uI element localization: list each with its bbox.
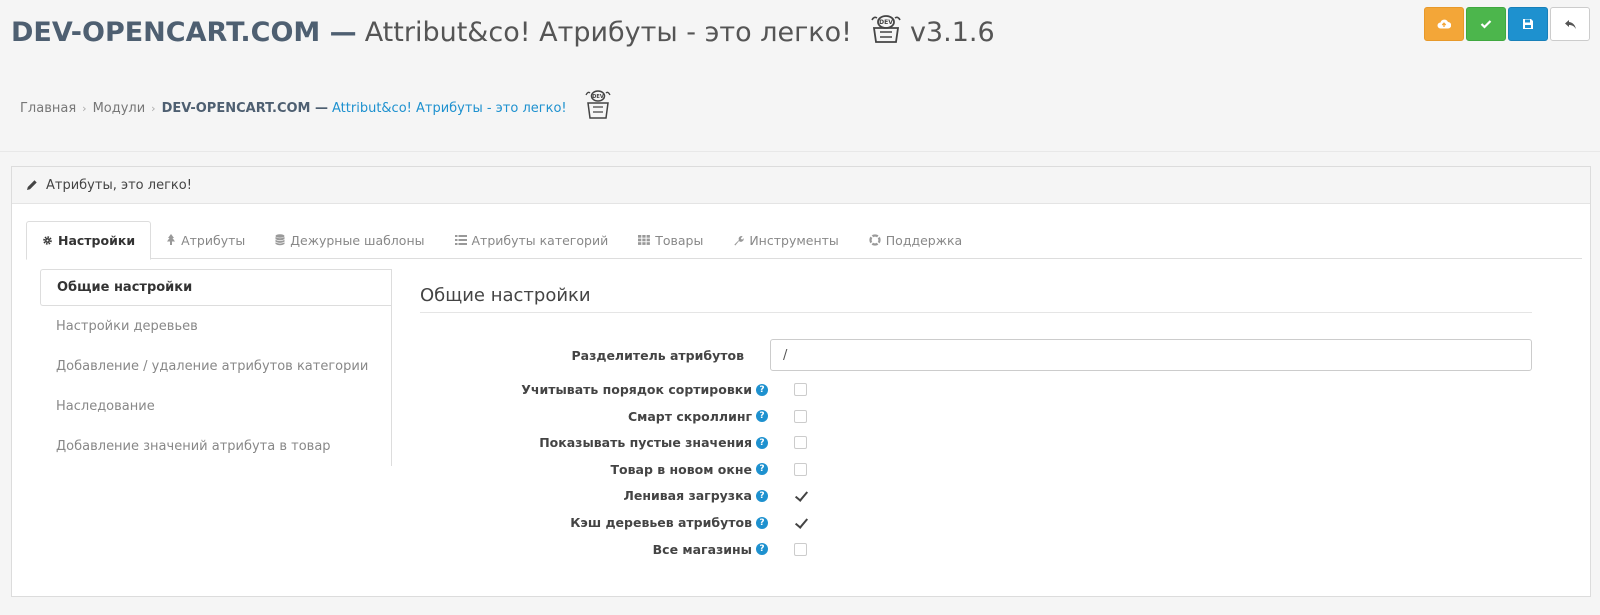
grid-icon (638, 235, 651, 245)
page-title: DEV-OPENCART.COM — Attribut&co! Атрибуты… (11, 12, 995, 53)
tab-bar: Настройки Атрибуты Дежурные шаблоны Атри… (26, 221, 1582, 260)
pencil-icon (27, 180, 37, 190)
lifebuoy-icon (869, 234, 881, 246)
help-icon[interactable]: ? (756, 543, 768, 556)
back-button[interactable] (1550, 7, 1590, 41)
reply-icon (1564, 19, 1576, 29)
lazy-load-checkbox[interactable] (794, 489, 807, 503)
sidenav-item-inheritance[interactable]: Наследование (40, 386, 391, 426)
breadcrumb-current[interactable]: Attribut&co! Атрибуты - это легко! (332, 101, 567, 116)
database-icon (275, 234, 285, 246)
breadcrumb-separator: › (151, 101, 156, 115)
separator-input[interactable]: / (770, 339, 1532, 371)
sidenav-item-category-attrs[interactable]: Добавление / удаление атрибутов категори… (40, 346, 391, 386)
gear-icon (43, 236, 52, 245)
tab-tools[interactable]: Инструменты (718, 221, 853, 259)
save-button[interactable] (1508, 7, 1548, 41)
all-stores-checkbox[interactable] (794, 542, 807, 556)
brand-title: DEV-OPENCART.COM — (11, 17, 357, 48)
page-header: DEV-OPENCART.COM — Attribut&co! Атрибуты… (0, 0, 1600, 152)
help-icon[interactable]: ? (756, 436, 768, 449)
sidenav-item-general[interactable]: Общие настройки (40, 269, 391, 306)
tab-support[interactable]: Поддержка (854, 221, 977, 259)
breadcrumb-modules[interactable]: Модули (93, 101, 146, 116)
setting-row-smart-scroll: Смарт скроллинг? (420, 409, 1532, 424)
sidenav-item-product-values[interactable]: Добавление значений атрибута в товар (40, 426, 391, 466)
tab-templates[interactable]: Дежурные шаблоны (260, 221, 439, 259)
help-icon[interactable]: ? (756, 489, 768, 502)
setting-row-tree-cache: Кэш деревьев атрибутов? (420, 515, 1532, 530)
new-window-checkbox[interactable] (794, 462, 807, 476)
setting-label: Ленивая загрузка? (420, 488, 768, 503)
help-icon[interactable]: ? (756, 463, 768, 476)
version-label: v3.1.6 (909, 17, 995, 48)
apply-button[interactable] (1466, 7, 1506, 41)
cloud-upload-icon (1437, 19, 1451, 29)
separator-row: Разделитель атрибутов / (420, 339, 1532, 371)
panel-title: Атрибуты, это легко! (46, 177, 192, 193)
dev-logo-icon: DEV (583, 88, 613, 128)
wrench-icon (734, 235, 744, 246)
separator-label: Разделитель атрибутов (571, 347, 745, 363)
setting-label: Смарт скроллинг? (420, 409, 768, 424)
tree-cache-checkbox[interactable] (794, 516, 807, 529)
tab-settings[interactable]: Настройки (26, 221, 152, 260)
tab-category-attributes[interactable]: Атрибуты категорий (440, 221, 624, 259)
main-panel: Атрибуты, это легко! Настройки Атрибуты … (11, 166, 1591, 597)
panel-heading: Атрибуты, это легко! (12, 167, 1590, 204)
setting-row-all-stores: Все магазины? (420, 542, 1532, 557)
setting-label: Кэш деревьев атрибутов? (420, 515, 768, 530)
smart-scroll-checkbox[interactable] (794, 409, 807, 423)
upload-button[interactable] (1424, 7, 1464, 41)
settings-sidenav: Общие настройки Настройки деревьев Добав… (40, 269, 392, 466)
show-empty-checkbox[interactable] (794, 436, 807, 450)
setting-row-show-empty: Показывать пустые значения? (420, 435, 1532, 450)
setting-label: Все магазины? (420, 542, 768, 557)
breadcrumb: Главная › Модули › DEV-OPENCART.COM — At… (20, 88, 613, 128)
setting-label: Показывать пустые значения? (420, 435, 768, 450)
module-title: Attribut&co! Атрибуты - это легко! (364, 17, 852, 48)
sort-order-checkbox[interactable] (794, 383, 807, 396)
help-icon[interactable]: ? (756, 516, 768, 529)
setting-label: Учитывать порядок сортировки? (420, 382, 768, 397)
tab-products[interactable]: Товары (623, 221, 718, 259)
help-icon[interactable]: ? (756, 383, 768, 396)
section-title: Общие настройки (420, 269, 1532, 313)
breadcrumb-brand: DEV-OPENCART.COM — (161, 100, 329, 116)
breadcrumb-separator: › (82, 101, 87, 115)
svg-text:DEV: DEV (879, 19, 893, 26)
dev-logo-icon: DEV (868, 12, 904, 53)
settings-content: Общие настройки Разделитель атрибутов / … (420, 269, 1532, 557)
setting-row-lazy-load: Ленивая загрузка? (420, 488, 1532, 503)
tree-icon (167, 234, 176, 245)
setting-row-sort-order: Учитывать порядок сортировки? (420, 382, 1532, 397)
list-icon (454, 235, 467, 245)
svg-text:DEV: DEV (592, 94, 604, 100)
sidenav-item-trees[interactable]: Настройки деревьев (40, 306, 391, 346)
breadcrumb-home[interactable]: Главная (20, 101, 76, 116)
setting-label: Товар в новом окне? (420, 462, 768, 477)
check-icon (1480, 20, 1492, 29)
action-toolbar (1424, 7, 1590, 41)
setting-row-new-window: Товар в новом окне? (420, 462, 1532, 477)
help-icon[interactable]: ? (756, 410, 768, 423)
save-icon (1523, 19, 1533, 29)
tab-attributes[interactable]: Атрибуты (151, 221, 260, 259)
